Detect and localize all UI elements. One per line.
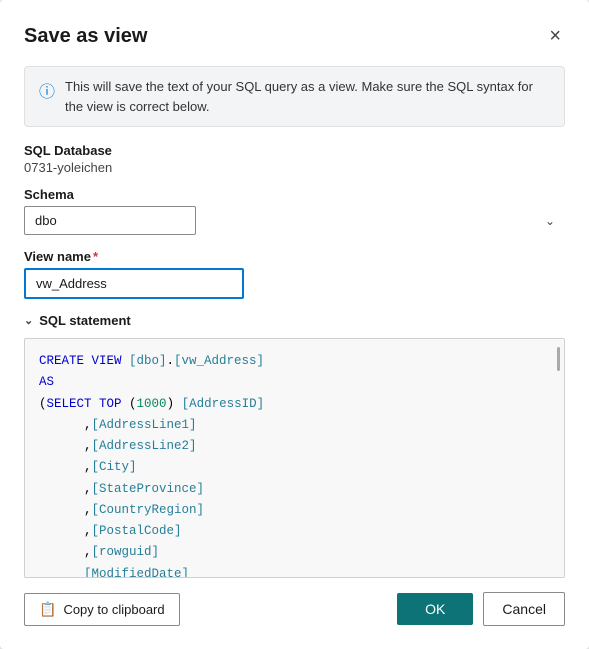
info-text: This will save the text of your SQL quer… <box>65 77 550 116</box>
sql-line: ,[AddressLine2] <box>39 436 550 457</box>
save-as-view-dialog: Save as view × ⓘ This will save the text… <box>0 0 589 649</box>
action-buttons: OK Cancel <box>397 592 565 626</box>
copy-to-clipboard-button[interactable]: 📋 Copy to clipboard <box>24 593 180 626</box>
dialog-header: Save as view × <box>24 24 565 48</box>
view-name-label: View name* <box>24 249 565 264</box>
sql-line: [ModifiedDate] <box>39 564 550 579</box>
ok-button[interactable]: OK <box>397 593 473 625</box>
dialog-footer: 📋 Copy to clipboard OK Cancel <box>24 592 565 626</box>
schema-select-wrapper: dbo ⌄ <box>24 206 565 235</box>
copy-icon: 📋 <box>39 601 56 618</box>
schema-select[interactable]: dbo <box>24 206 196 235</box>
sql-line: ,[PostalCode] <box>39 521 550 542</box>
sql-section-label: SQL statement <box>39 313 131 328</box>
sql-line: (SELECT TOP (1000) [AddressID] <box>39 394 550 415</box>
info-banner: ⓘ This will save the text of your SQL qu… <box>24 66 565 127</box>
copy-label: Copy to clipboard <box>63 602 164 617</box>
db-value: 0731-yoleichen <box>24 160 565 175</box>
sql-line: CREATE VIEW [dbo].[vw_Address] <box>39 351 550 372</box>
chevron-down-icon: ⌄ <box>545 214 555 228</box>
sql-line: ,[rowguid] <box>39 542 550 563</box>
scrollbar <box>557 347 560 371</box>
required-indicator: * <box>93 249 98 264</box>
chevron-right-icon: ⌄ <box>24 314 33 327</box>
sql-section-toggle[interactable]: ⌄ SQL statement <box>24 313 565 328</box>
dialog-title: Save as view <box>24 25 147 48</box>
info-icon: ⓘ <box>39 78 55 102</box>
sql-line: ,[AddressLine1] <box>39 415 550 436</box>
sql-line: ,[City] <box>39 457 550 478</box>
sql-editor[interactable]: CREATE VIEW [dbo].[vw_Address] AS (SELEC… <box>24 338 565 578</box>
db-label: SQL Database <box>24 143 565 158</box>
sql-line: ,[StateProvince] <box>39 479 550 500</box>
cancel-button[interactable]: Cancel <box>483 592 565 626</box>
schema-label: Schema <box>24 187 565 202</box>
sql-line: ,[CountryRegion] <box>39 500 550 521</box>
view-name-input[interactable] <box>24 268 244 299</box>
close-button[interactable]: × <box>545 24 565 48</box>
sql-line: AS <box>39 372 550 393</box>
